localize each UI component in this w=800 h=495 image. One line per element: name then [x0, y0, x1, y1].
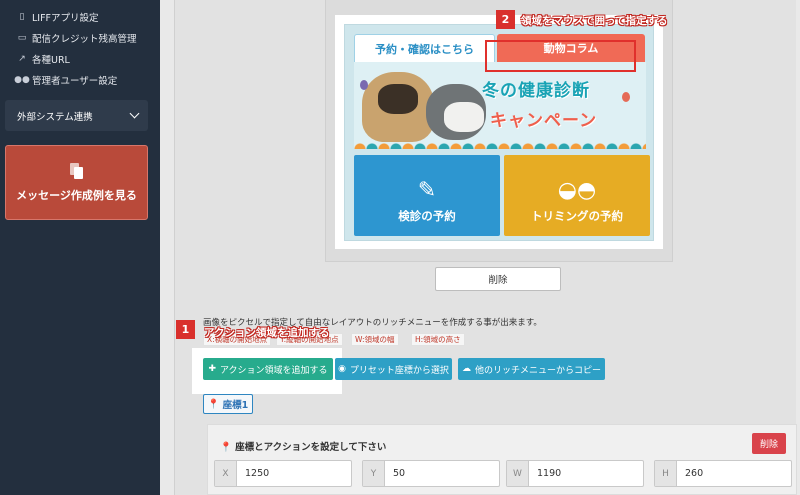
pug-face: [378, 84, 418, 114]
coordinate-title-text: 座標とアクションを設定して下さい: [235, 442, 387, 453]
sidebar-item-label: 配信クレジット残高管理: [32, 33, 137, 45]
external-link-icon: ↗: [18, 53, 26, 64]
tab-reservation: 予約・確認はこちら: [354, 34, 495, 62]
step-1-badge: 1: [176, 320, 195, 339]
w-field-label: W: [507, 461, 529, 486]
sidebar-item-label: LIFFアプリ設定: [32, 12, 99, 24]
sidebar-item-admin-users[interactable]: ●● 管理者ユーザー設定: [0, 69, 160, 90]
tile-label: トリミングの予約: [531, 209, 623, 223]
sample-button-label: メッセージ作成例を見る: [16, 188, 137, 202]
copy-from-other-menu-button[interactable]: ☁ 他のリッチメニューからコピー: [458, 358, 605, 380]
users-icon: ●●: [14, 74, 30, 85]
copy-icon: [70, 162, 83, 179]
select-preset-label: プリセット座標から選択: [349, 365, 449, 376]
sidebar-item-label: 管理者ユーザー設定: [32, 75, 118, 87]
view-message-samples-button[interactable]: メッセージ作成例を見る: [5, 145, 148, 220]
sidebar-item-credit[interactable]: ▭ 配信クレジット残高管理: [0, 27, 160, 48]
y-field[interactable]: Y 50: [362, 460, 500, 487]
add-action-area-label: アクション領域を追加する: [219, 365, 328, 376]
external-system-label: 外部システム連携: [17, 111, 93, 123]
legend-w: W:領域の幅: [351, 333, 399, 346]
sidebar-item-label: 各種URL: [32, 54, 70, 66]
copy-from-other-label: 他のリッチメニューからコピー: [474, 365, 601, 376]
chevron-down-icon: [129, 108, 140, 119]
mobile-icon: ▯: [19, 11, 25, 22]
add-action-area-button[interactable]: ✚ アクション領域を追加する: [203, 358, 333, 380]
external-system-section[interactable]: 外部システム連携: [5, 100, 148, 131]
cloud-download-icon: ☁: [461, 364, 471, 374]
dog-cat-icon: ◒◓: [557, 178, 597, 203]
map-pin-icon: 📍: [220, 442, 232, 453]
coordinate-tab-label: 座標1: [222, 400, 249, 411]
main-content: 予約・確認はこちら 動物コラム 冬の健康診断 キャンペーン ✎ 検診の予約 ◒◓…: [160, 0, 800, 495]
h-input[interactable]: 260: [677, 461, 791, 486]
sidebar: ▯ LIFFアプリ設定 ▭ 配信クレジット残高管理 ↗ 各種URL ●● 管理者…: [0, 0, 160, 495]
ornament-icon: [622, 92, 630, 102]
cat-chest: [444, 102, 484, 132]
palette-icon: ◉: [338, 364, 346, 374]
tile-label: 検診の予約: [398, 209, 456, 223]
tab-reservation-label: 予約・確認はこちら: [375, 42, 474, 56]
x-field-label: X: [215, 461, 237, 486]
delete-coordinate-button[interactable]: 削除: [752, 433, 786, 454]
select-preset-button[interactable]: ◉ プリセット座標から選択: [335, 358, 452, 380]
banner-dots: [354, 140, 646, 149]
h-field[interactable]: H 260: [654, 460, 792, 487]
delete-image-button[interactable]: 削除: [435, 267, 561, 291]
step-2-badge: 2: [496, 10, 515, 29]
coordinate-settings: 📍 座標とアクションを設定して下さい 削除 X 1250 Y 50 W 1190…: [207, 424, 797, 495]
sidebar-item-urls[interactable]: ↗ 各種URL: [0, 48, 160, 69]
checkup-reservation-tile: ✎ 検診の予約: [354, 155, 500, 236]
legend-h: H:領域の高さ: [411, 333, 465, 346]
h-field-label: H: [655, 461, 677, 486]
y-field-label: Y: [363, 461, 385, 486]
money-icon: ▭: [17, 32, 27, 43]
w-field[interactable]: W 1190: [506, 460, 644, 487]
banner-subtitle: キャンペーン: [490, 111, 598, 131]
plus-icon: ✚: [208, 364, 216, 374]
selection-rectangle: [485, 40, 636, 72]
campaign-banner: 冬の健康診断 キャンペーン: [354, 62, 646, 149]
step-2-text: 領域をマウスで囲って指定する: [521, 15, 668, 27]
y-input[interactable]: 50: [385, 461, 499, 486]
trimming-reservation-tile: ◒◓ トリミングの予約: [504, 155, 650, 236]
step-1-text: アクション領域を追加する: [204, 327, 330, 339]
coordinate-title: 📍 座標とアクションを設定して下さい: [220, 439, 386, 453]
map-pin-icon: 📍: [207, 398, 220, 410]
coordinate-tab-1[interactable]: 📍 座標1: [203, 394, 253, 414]
syringe-icon: ✎: [417, 178, 437, 203]
x-input[interactable]: 1250: [237, 461, 351, 486]
banner-title: 冬の健康診断: [482, 81, 590, 101]
sidebar-item-liff[interactable]: ▯ LIFFアプリ設定: [0, 6, 160, 27]
delete-coordinate-label: 削除: [759, 440, 778, 450]
delete-image-label: 削除: [488, 275, 508, 286]
rich-menu-editor-panel: 予約・確認はこちら 動物コラム 冬の健康診断 キャンペーン ✎ 検診の予約 ◒◓…: [174, 0, 797, 495]
w-input[interactable]: 1190: [529, 461, 643, 486]
x-field[interactable]: X 1250: [214, 460, 352, 487]
ornament-icon: [360, 80, 368, 90]
